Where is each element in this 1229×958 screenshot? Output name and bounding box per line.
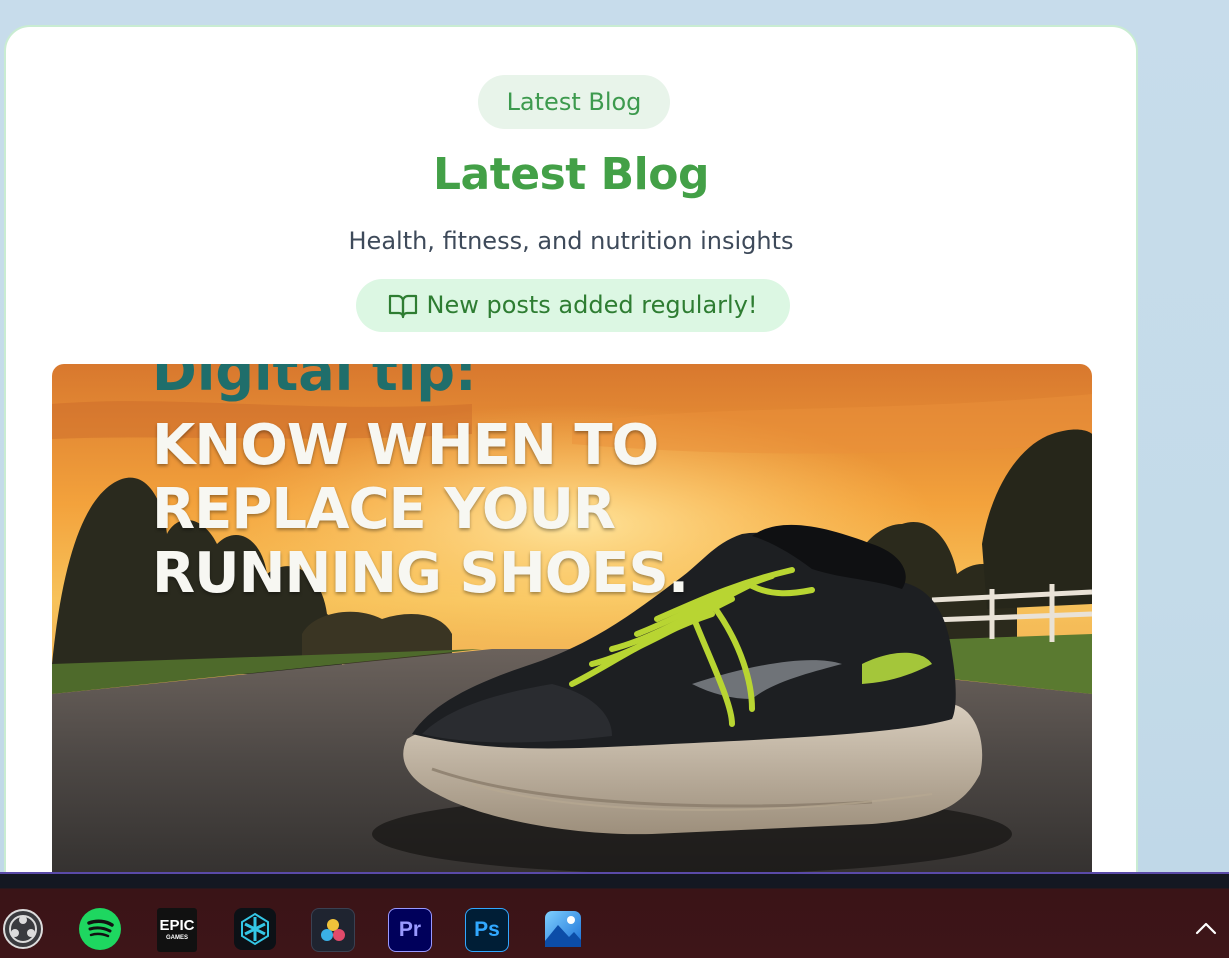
page-title: Latest Blog bbox=[433, 149, 710, 200]
notice-text: New posts added regularly! bbox=[426, 291, 758, 319]
blog-card: Latest Blog Latest Blog Health, fitness,… bbox=[4, 25, 1138, 905]
featured-post-image[interactable]: Digital tip: KNOW WHEN TO REPLACE YOUR R… bbox=[52, 364, 1092, 903]
hero-line-3: RUNNING SHOES. bbox=[152, 541, 689, 606]
book-open-icon bbox=[388, 293, 418, 319]
epic-sublabel: GAMES bbox=[165, 935, 188, 941]
latest-blog-badge: Latest Blog bbox=[478, 75, 670, 129]
page-subtitle: Health, fitness, and nutrition insights bbox=[348, 227, 794, 255]
taskbar-top-strip bbox=[0, 872, 1229, 888]
premiere-pro-icon[interactable]: Pr bbox=[388, 908, 432, 952]
hero-line-2: REPLACE YOUR bbox=[152, 477, 616, 542]
hero-line-1: KNOW WHEN TO bbox=[152, 413, 659, 478]
davinci-resolve-icon[interactable] bbox=[311, 908, 355, 952]
chevron-up-icon[interactable] bbox=[1195, 920, 1217, 939]
photos-icon[interactable] bbox=[542, 908, 584, 950]
photoshop-icon[interactable]: Ps bbox=[465, 908, 509, 952]
taskbar: EPIC GAMES Pr Ps bbox=[0, 872, 1229, 958]
obs-icon[interactable] bbox=[2, 908, 44, 950]
hero-caption-top: Digital tip: bbox=[152, 364, 477, 403]
premiere-label: Pr bbox=[398, 918, 422, 941]
photoshop-label: Ps bbox=[474, 918, 500, 941]
new-posts-notice: New posts added regularly! bbox=[356, 279, 790, 332]
app-blue-icon[interactable] bbox=[234, 908, 276, 950]
epic-label: EPIC bbox=[159, 917, 195, 934]
spotify-icon[interactable] bbox=[79, 908, 121, 950]
epic-games-icon[interactable]: EPIC GAMES bbox=[157, 908, 197, 952]
